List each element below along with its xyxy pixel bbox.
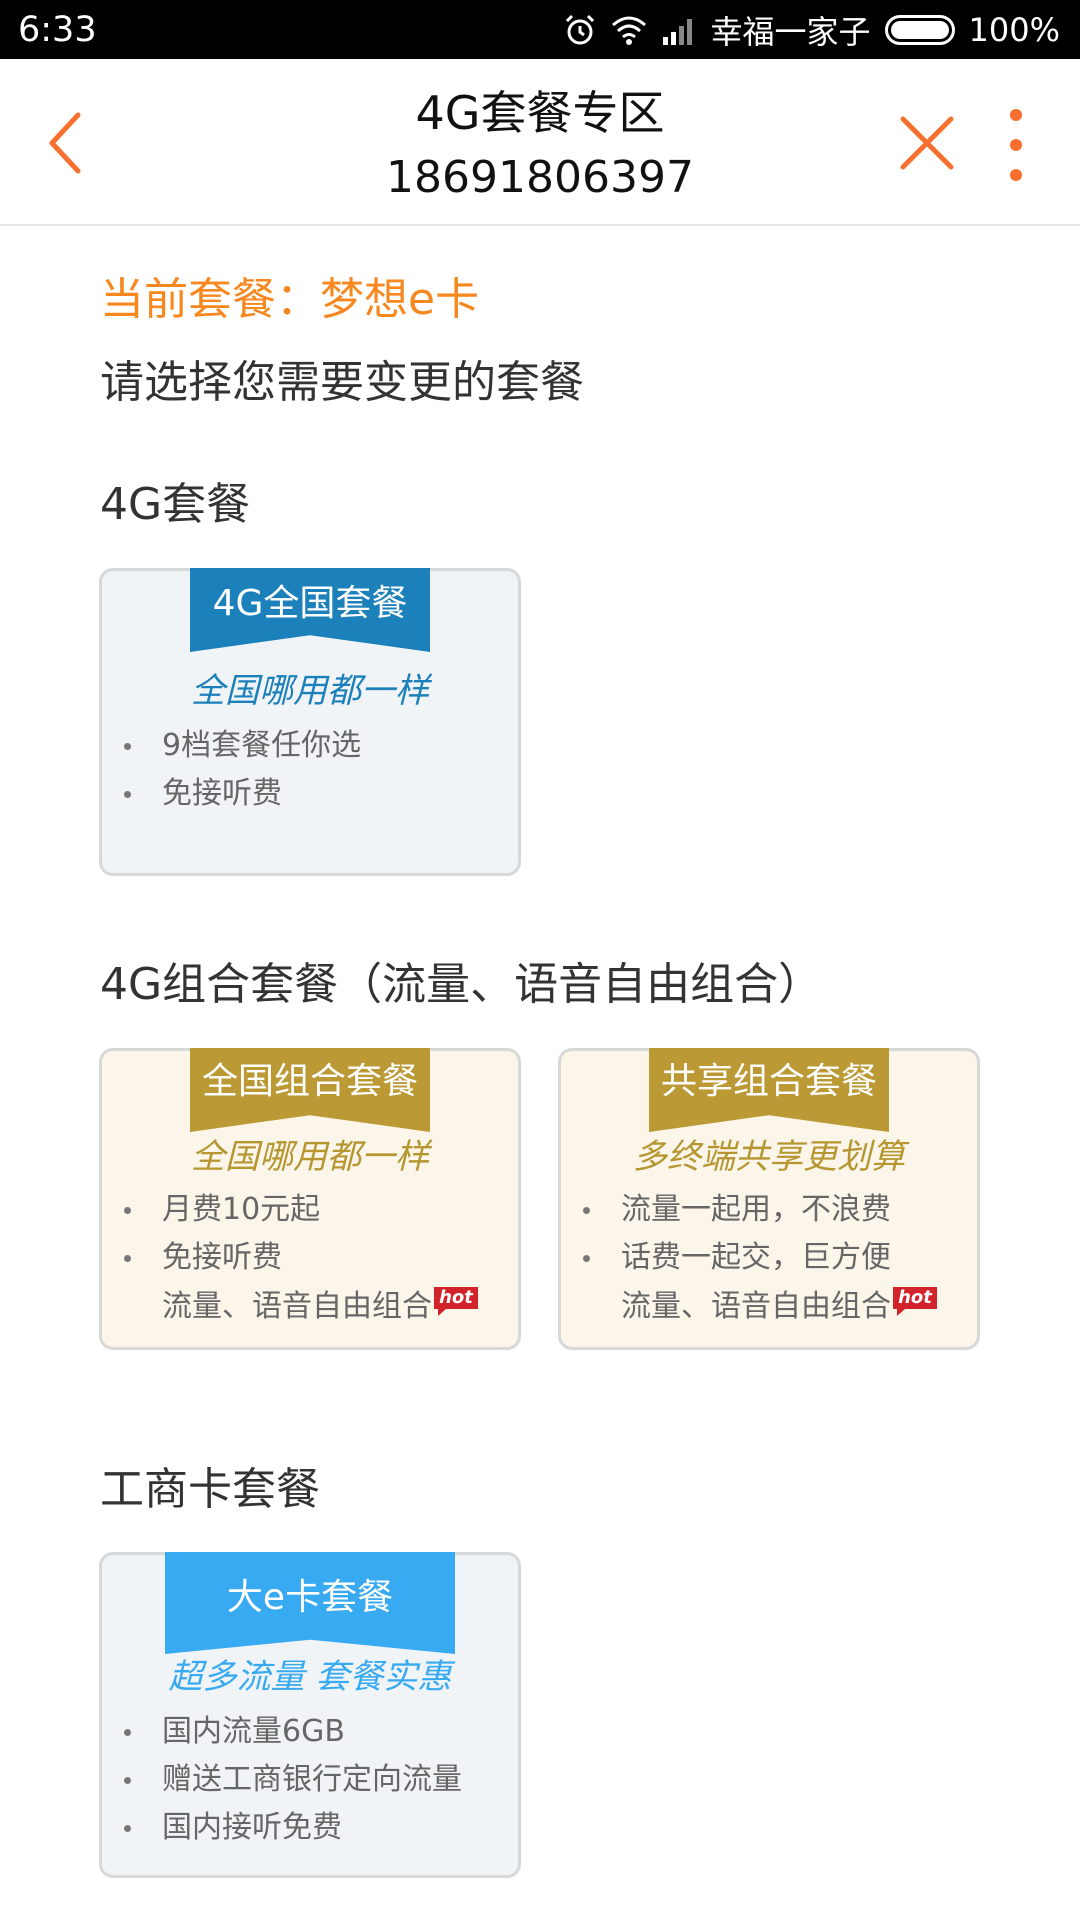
plan-card-big-e[interactable]: 大e卡套餐 超多流量 套餐实惠 国内流量6GB 赠送工商银行定向流量 国内接听免…: [99, 1552, 521, 1878]
wifi-icon: [611, 15, 647, 45]
signal-icon: [661, 15, 697, 45]
plan-card-national-combo[interactable]: 全国组合套餐 全国哪用都一样 月费10元起 免接听费 流量、语音自由组合 hot: [99, 1048, 521, 1350]
plan-slogan: 全国哪用都一样: [191, 1137, 429, 1177]
plan-slogan: 全国哪用都一样: [191, 671, 429, 711]
back-icon: [49, 112, 81, 174]
plan-name: 全国组合套餐: [201, 1061, 418, 1102]
back-button[interactable]: [40, 103, 100, 183]
status-time: 6:33: [18, 10, 97, 50]
header: 4G套餐专区 18691806397: [0, 59, 1080, 226]
plan-slogan: 多终端共享更划算: [633, 1137, 905, 1177]
section-title-icbc: 工商卡套餐: [100, 1464, 320, 1515]
close-icon: [900, 116, 954, 170]
plan-name: 大e卡套餐: [226, 1577, 394, 1618]
plan-card-shared-combo[interactable]: 共享组合套餐 多终端共享更划算 流量一起用，不浪费 话费一起交，巨方便 流量、语…: [558, 1048, 980, 1350]
section-title-4g: 4G套餐: [100, 479, 251, 530]
hot-badge: hot: [893, 1287, 937, 1316]
status-bar: 6:33 幸福一家子 100%: [0, 0, 1080, 59]
page-title: 4G套餐专区: [415, 86, 665, 140]
current-plan: 当前套餐：梦想e卡: [100, 274, 480, 325]
status-icons: 幸福一家子 100%: [563, 8, 1060, 52]
plan-slogan: 超多流量 套餐实惠: [168, 1657, 452, 1697]
phone-number: 18691806397: [386, 152, 694, 203]
close-button[interactable]: [895, 111, 959, 175]
battery-percent: 100%: [968, 11, 1060, 49]
plan-name: 4G全国套餐: [212, 583, 408, 624]
plan-ribbon: 全国组合套餐: [190, 1048, 430, 1132]
alarm-icon: [563, 13, 597, 47]
plan-ribbon: 大e卡套餐: [165, 1552, 455, 1654]
plan-ribbon: 共享组合套餐: [649, 1048, 889, 1132]
plan-card-4g-national[interactable]: 4G全国套餐 全国哪用都一样 9档套餐任你选 免接听费: [99, 568, 521, 876]
battery-icon: [884, 15, 955, 45]
select-prompt: 请选择您需要变更的套餐: [100, 357, 584, 408]
plan-ribbon: 4G全国套餐: [190, 568, 430, 652]
more-button[interactable]: [998, 107, 1038, 183]
more-icon: [1010, 109, 1022, 181]
plan-name: 共享组合套餐: [660, 1061, 877, 1102]
section-title-4g-combo: 4G组合套餐（流量、语音自由组合）: [100, 959, 823, 1010]
hot-badge: hot: [434, 1287, 478, 1316]
carrier-label: 幸福一家子: [710, 13, 871, 51]
